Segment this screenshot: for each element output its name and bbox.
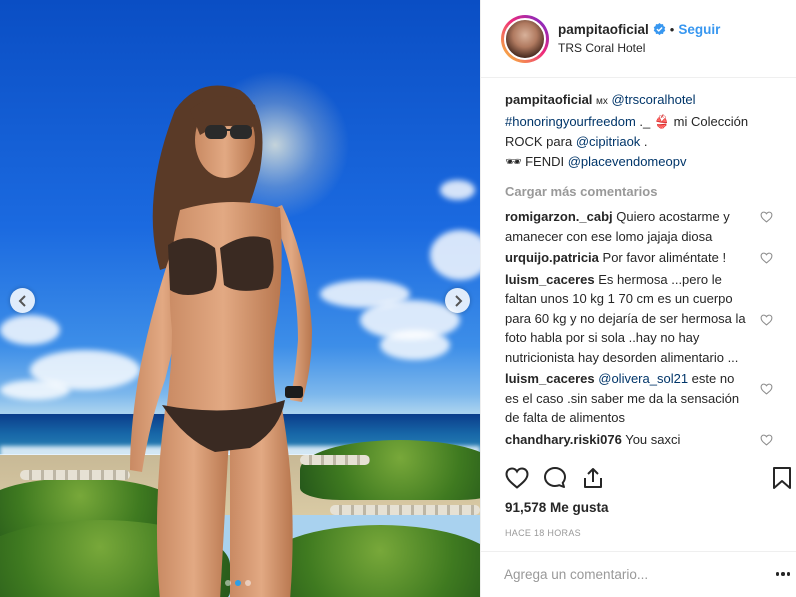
caption-text: .	[640, 134, 648, 149]
comment-item: luism_caceres @olivera_sol21 este no es …	[505, 369, 773, 428]
comment-username[interactable]: luism_caceres	[505, 371, 595, 386]
more-options-icon[interactable]	[775, 572, 790, 576]
header-username[interactable]: pampitaoficial	[558, 22, 649, 37]
rocks	[330, 505, 480, 515]
cloud	[0, 380, 70, 400]
post-photo[interactable]	[0, 0, 480, 597]
woman-figure	[130, 85, 312, 597]
carousel-prev-button[interactable]	[10, 288, 35, 313]
comment-item: romigarzon._cabj Quiero acostarme y aman…	[505, 207, 773, 246]
heart-icon[interactable]	[760, 252, 773, 264]
comment-username[interactable]: romigarzon._cabj	[505, 209, 613, 224]
heart-icon[interactable]	[760, 314, 773, 326]
action-bar	[505, 466, 619, 490]
add-comment-bar	[481, 551, 796, 597]
header-separator: •	[669, 22, 675, 37]
mention-link[interactable]: @cipitriaok	[576, 134, 641, 149]
flag-text: ᴍx	[596, 96, 608, 107]
follow-button[interactable]: Seguir	[678, 22, 720, 37]
chevron-left-icon	[18, 294, 26, 307]
verified-badge-icon	[653, 23, 666, 36]
comment-username[interactable]: urquijo.patricia	[505, 250, 599, 265]
comment-item: chandhary.riski076 You saxci	[505, 430, 773, 450]
post-caption: pampitaoficial ᴍx @trscoralhotel #honori…	[505, 90, 771, 172]
post-side-panel: pampitaoficial • Seguir TRS Coral Hotel …	[480, 0, 796, 597]
comment-item: urquijo.patricia Por favor aliméntate !	[505, 248, 773, 268]
carousel-dot	[245, 580, 251, 586]
carousel-dot-active	[235, 580, 241, 586]
comment-item: luism_caceres Es hermosa ...pero le falt…	[505, 270, 773, 368]
post-header: pampitaoficial • Seguir TRS Coral Hotel	[481, 0, 796, 78]
likes-count[interactable]: 91,578 Me gusta	[505, 500, 609, 515]
heart-icon[interactable]	[760, 211, 773, 223]
cloud	[0, 315, 60, 345]
comment-username[interactable]: luism_caceres	[505, 272, 595, 287]
mention-link[interactable]: @placevendomeopv	[568, 154, 687, 169]
rocks	[20, 470, 130, 480]
carousel-indicator	[225, 580, 251, 586]
carousel-dot	[225, 580, 231, 586]
share-icon[interactable]	[581, 466, 605, 490]
comment-input[interactable]	[504, 567, 744, 582]
comments-section: pampitaoficial ᴍx @trscoralhotel #honori…	[505, 90, 773, 450]
load-more-comments-button[interactable]: Cargar más comentarios	[505, 184, 771, 199]
chevron-right-icon	[454, 294, 462, 307]
cloud	[430, 230, 480, 280]
post-timestamp[interactable]: HACE 18 HORAS	[505, 528, 581, 538]
cloud	[440, 180, 475, 200]
hashtag-link[interactable]: #honoringyourfreedom	[505, 114, 636, 129]
instagram-post: pampitaoficial • Seguir TRS Coral Hotel …	[0, 0, 796, 597]
avatar[interactable]	[501, 14, 549, 63]
avatar-image	[504, 17, 546, 60]
cloud	[380, 330, 450, 360]
comment-text: Por favor aliméntate !	[602, 250, 727, 265]
heart-icon[interactable]	[760, 383, 773, 395]
caption-username[interactable]: pampitaoficial	[505, 92, 592, 107]
comment-username[interactable]: chandhary.riski076	[505, 432, 622, 447]
bookmark-icon[interactable]	[771, 466, 793, 490]
heart-icon[interactable]	[760, 434, 773, 446]
caption-text: 🕶 FENDI	[505, 154, 568, 169]
location-link[interactable]: TRS Coral Hotel	[558, 41, 720, 55]
comment-icon[interactable]	[543, 466, 567, 490]
mention-link[interactable]: @trscoralhotel	[612, 92, 696, 107]
mention-link[interactable]: @olivera_sol21	[598, 371, 688, 386]
comment-text: You saxci	[625, 431, 681, 447]
carousel-next-button[interactable]	[445, 288, 470, 313]
heart-icon[interactable]	[505, 466, 529, 490]
